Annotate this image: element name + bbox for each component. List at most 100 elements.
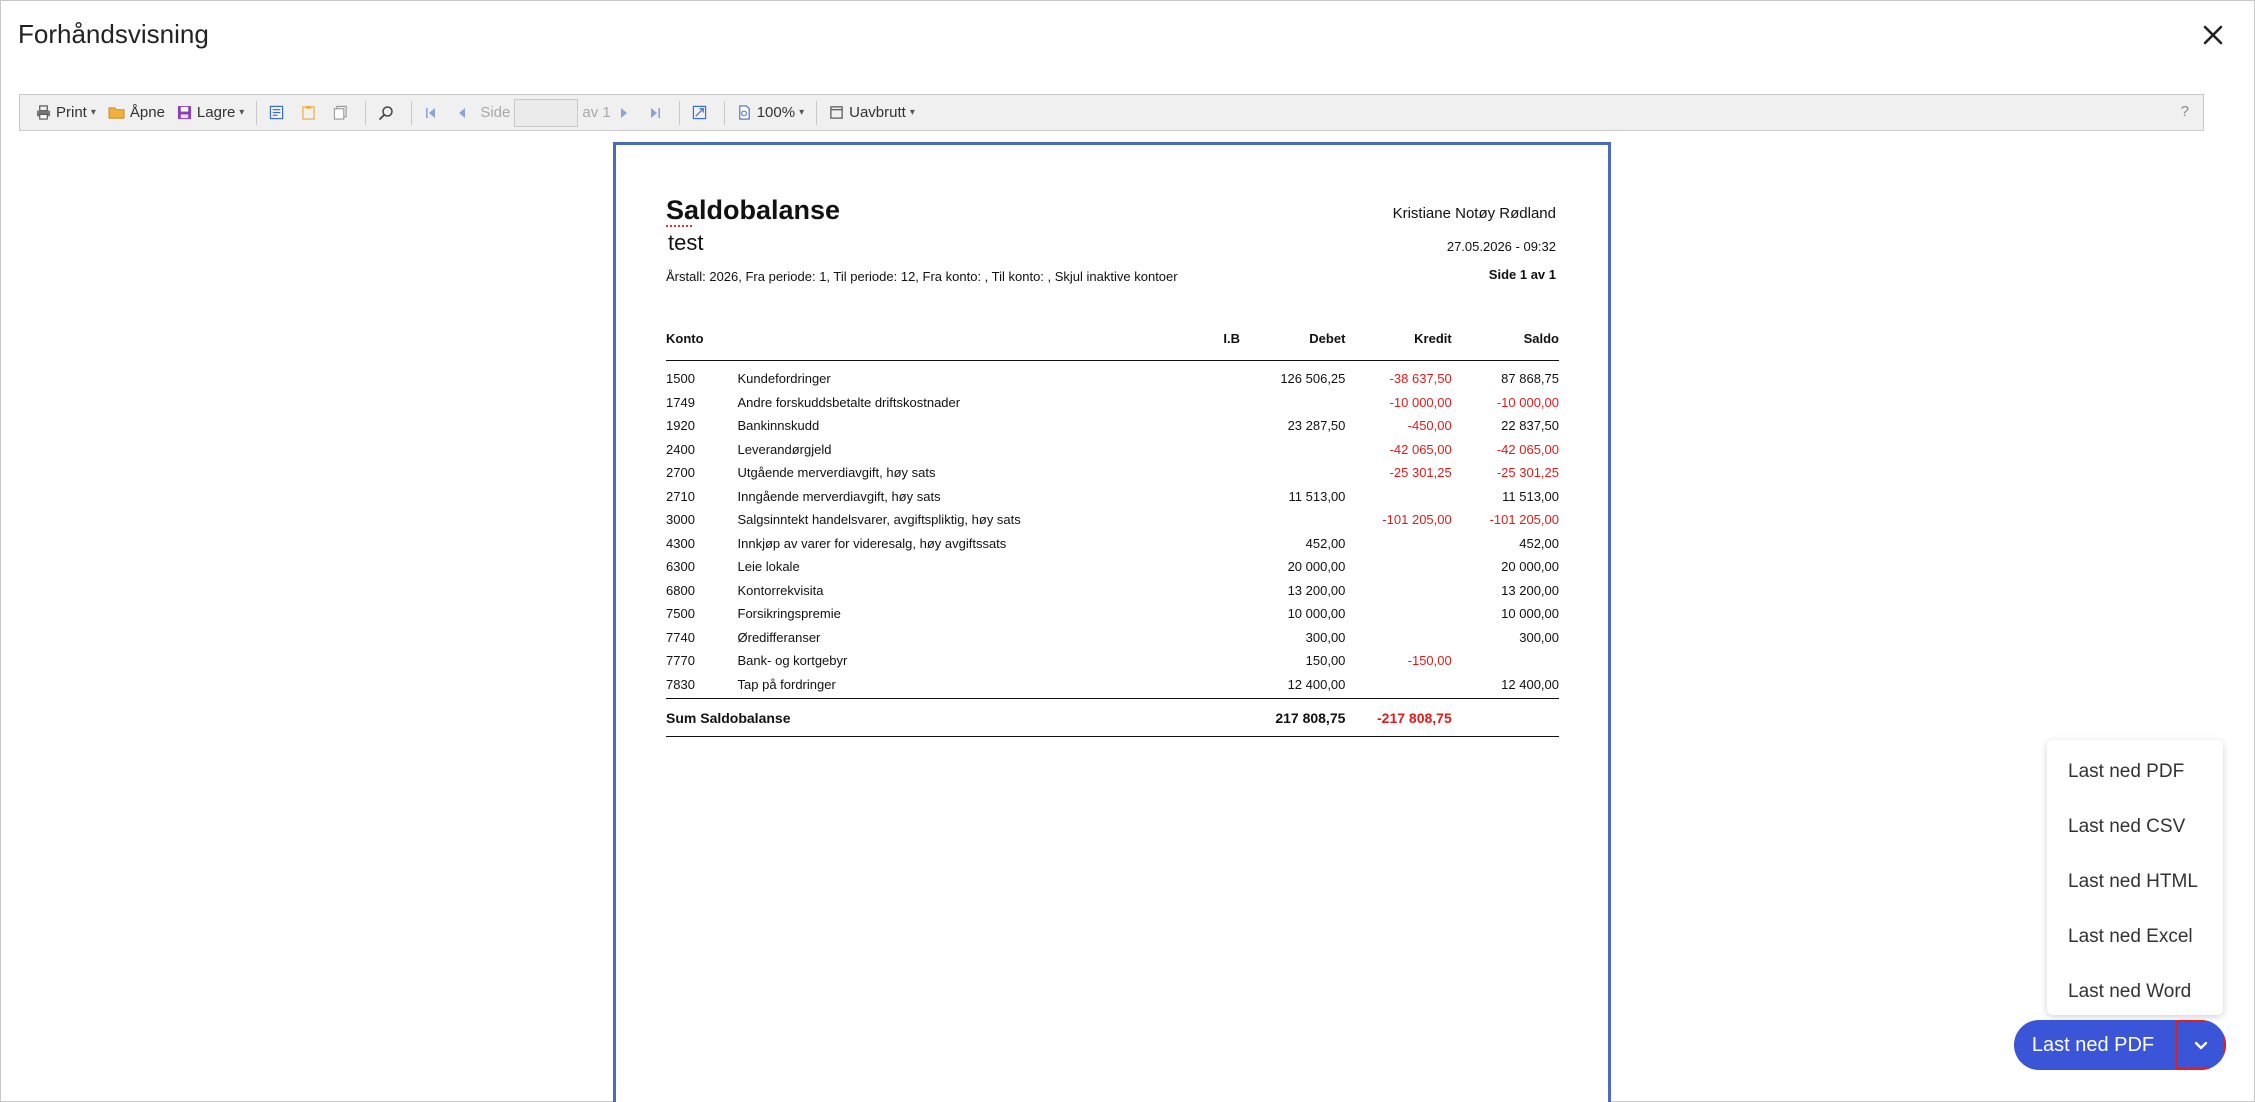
cell-debet: 23 287,50 — [1287, 418, 1346, 434]
cell-name: Innkjøp av varer for videresalg, høy avg… — [737, 535, 1007, 551]
cell-saldo: -10 000,00 — [1496, 394, 1559, 410]
download-pdf-button[interactable]: Last ned PDF — [2014, 1020, 2176, 1070]
table-row: 2710 Inngående merverdiavgift, høy sats 11… — [666, 485, 1559, 509]
download-menu-item[interactable]: Last ned Word — [2047, 964, 2223, 1019]
save-label: Lagre — [196, 104, 236, 121]
cell-name: Salgsinntekt handelsvarer, avgiftsplikti… — [737, 512, 1021, 528]
toolbar-separator — [816, 100, 818, 125]
last-page-button[interactable] — [642, 98, 673, 128]
cell-name: Tap på fordringer — [737, 676, 836, 692]
toolbar-separator — [256, 100, 258, 125]
first-page-button[interactable] — [418, 98, 449, 128]
table-row: 1500 Kundefordringer 126 506,25 -38 637,50 8… — [666, 367, 1559, 391]
toolbar-separator — [723, 100, 725, 125]
cell-debet: 13 200,00 — [1287, 582, 1346, 598]
print-button[interactable]: Print ▾ — [30, 98, 102, 128]
pages-icon — [334, 105, 348, 120]
table-row: 6300 Leie lokale 20 000,00 20 000,00 — [666, 555, 1559, 579]
cell-konto: 1749 — [666, 394, 695, 410]
cell-konto: 4300 — [666, 535, 695, 551]
cell-konto: 3000 — [666, 512, 695, 528]
cell-saldo: 20 000,00 — [1501, 559, 1559, 575]
report-datetime: 27.05.2026 - 09:32 — [1446, 239, 1556, 254]
cell-kredit: -450,00 — [1407, 418, 1452, 434]
cell-kredit: -101 205,00 — [1382, 512, 1452, 528]
cell-kredit: -150,00 — [1407, 653, 1452, 669]
close-button[interactable] — [2197, 19, 2229, 51]
open-button[interactable]: Åpne — [102, 98, 171, 128]
cell-saldo: 13 200,00 — [1501, 582, 1559, 598]
duplicate-button[interactable] — [327, 98, 359, 128]
table-row: 7500 Forsikringspremie 10 000,00 10 000,00 — [666, 602, 1559, 626]
table-header: Konto I.B Debet Kredit Saldo — [666, 325, 1559, 361]
find-button[interactable] — [372, 98, 405, 128]
header-saldo: Saldo — [1523, 331, 1559, 346]
cell-konto: 2710 — [666, 488, 695, 504]
view-mode-dropdown[interactable]: Uavbrutt ▾ — [823, 98, 921, 128]
copy-button[interactable] — [295, 98, 327, 128]
cell-konto: 2400 — [666, 441, 695, 457]
sum-kredit: -217 808,75 — [1377, 709, 1452, 726]
cell-debet: 20 000,00 — [1287, 559, 1346, 575]
download-menu-item[interactable]: Last ned HTML — [2047, 854, 2223, 909]
preview-dialog: Forhåndsvisning Print ▾ Åpne Lagre ▾ Sid… — [0, 0, 2255, 1102]
cell-konto: 1500 — [666, 371, 695, 387]
zoom-dropdown[interactable]: 100% ▾ — [731, 98, 810, 128]
zoom-page-icon — [738, 105, 750, 120]
report-user: Kristiane Notøy Rødland — [1392, 205, 1556, 222]
cell-saldo: 87 868,75 — [1501, 371, 1559, 387]
cell-debet: 11 513,00 — [1288, 488, 1346, 504]
cell-saldo: 452,00 — [1519, 535, 1559, 551]
floppy-disk-icon — [177, 105, 191, 120]
page-number-input[interactable] — [514, 98, 579, 127]
cell-name: Øredifferanser — [737, 629, 821, 645]
download-split-button: Last ned PDF — [2014, 1020, 2226, 1070]
help-button[interactable]: ? — [2181, 103, 2189, 120]
header-kredit: Kredit — [1414, 331, 1452, 346]
cell-name: Leverandørgjeld — [737, 441, 832, 457]
cell-saldo: -25 301,25 — [1496, 465, 1559, 481]
zoom-value: 100% — [756, 104, 796, 121]
cell-kredit: -25 301,25 — [1389, 465, 1452, 481]
page-setup-icon — [270, 105, 284, 120]
save-button[interactable]: Lagre ▾ — [171, 98, 250, 128]
report-title: Saldobalanse — [666, 195, 841, 225]
download-menu-item[interactable]: Last ned Excel — [2047, 909, 2223, 964]
table-row: 1749 Andre forskuddsbetalte driftskostnad… — [666, 391, 1559, 415]
balance-table: Konto I.B Debet Kredit Saldo 1500 Kundefo… — [666, 325, 1559, 737]
fullscreen-button[interactable] — [686, 98, 718, 128]
first-page-icon — [426, 107, 436, 118]
table-row: 6800 Kontorrekvisita 13 200,00 13 200,00 — [666, 579, 1559, 603]
cell-name: Leie lokale — [737, 559, 800, 575]
toolbar-separator — [678, 100, 680, 125]
table-body: 1500 Kundefordringer 126 506,25 -38 637,50 8… — [666, 361, 1559, 699]
header-debet: Debet — [1309, 331, 1346, 346]
table-row: 2700 Utgående merverdiavgift, høy sats -25… — [666, 461, 1559, 485]
download-menu-item[interactable]: Last ned CSV — [2047, 799, 2223, 854]
cell-name: Bank- og kortgebyr — [737, 653, 848, 669]
table-sum-row: Sum Saldobalanse 217 808,75 -217 808,75 — [666, 699, 1559, 737]
download-menu: Last ned PDF Last ned CSV Last ned HTML Las… — [2047, 740, 2223, 1015]
chevron-down-icon: ▾ — [799, 107, 805, 118]
next-page-button[interactable] — [611, 98, 642, 128]
cell-kredit: -38 637,50 — [1389, 371, 1452, 387]
download-menu-toggle[interactable] — [2176, 1020, 2226, 1070]
page-label: Side — [480, 104, 511, 121]
page-setup-button[interactable] — [263, 98, 295, 128]
cell-saldo: 12 400,00 — [1501, 676, 1559, 692]
search-icon — [379, 105, 394, 120]
view-mode-icon — [830, 106, 843, 119]
table-row: 1920 Bankinnskudd 23 287,50 -450,00 22 837,5… — [666, 414, 1559, 438]
cell-debet: 452,00 — [1305, 535, 1346, 551]
table-row: 3000 Salgsinntekt handelsvarer, avgiftspl… — [666, 508, 1559, 532]
report-page: Saldobalanse test Årstall: 2026, Fra per… — [613, 142, 1611, 1102]
folder-icon — [108, 107, 125, 119]
next-page-icon — [620, 107, 627, 118]
chevron-down-icon: ▾ — [909, 107, 915, 118]
chevron-down-icon: ▾ — [239, 107, 245, 118]
cell-debet: 150,00 — [1305, 653, 1346, 669]
previous-page-button[interactable] — [449, 98, 480, 128]
download-menu-item[interactable]: Last ned PDF — [2047, 744, 2223, 799]
view-mode-label: Uavbrutt — [849, 104, 906, 121]
cell-saldo: -101 205,00 — [1489, 512, 1559, 528]
